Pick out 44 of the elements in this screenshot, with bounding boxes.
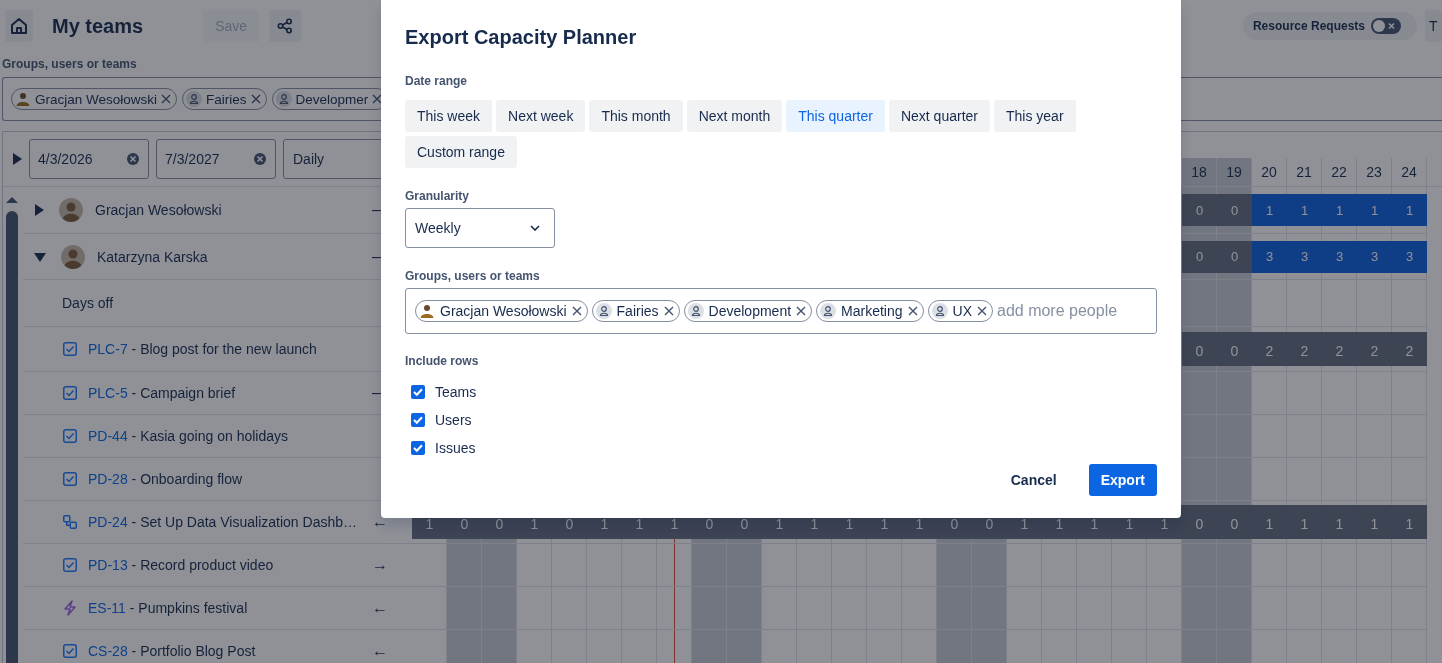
- allocation-cell: 1: [1322, 194, 1357, 226]
- allocation-cell: 0: [1217, 332, 1252, 366]
- allocation-cell: 1: [1392, 505, 1427, 539]
- allocation-cell: 3: [1322, 240, 1357, 273]
- allocation-cell: 3: [1357, 240, 1392, 273]
- toggle-label: Resource Requests: [1252, 19, 1365, 33]
- allocation-cell: 0: [1217, 505, 1252, 539]
- allocation-cell: 1: [1287, 194, 1322, 226]
- allocation-cell: 3: [1392, 240, 1427, 273]
- day-header: 18: [1182, 158, 1217, 186]
- allocation-cell: 1: [1322, 505, 1357, 539]
- dialog-title: Export Capacity Planner: [405, 25, 637, 49]
- allocation-cell: 2: [1252, 332, 1287, 366]
- day-header: 24: [1392, 158, 1427, 186]
- day-header: 22: [1322, 158, 1357, 186]
- allocation-cell: 0: [1182, 332, 1217, 366]
- allocation-cell: 1: [1252, 194, 1287, 226]
- allocation-cell: 0: [1217, 240, 1252, 273]
- allocation-cell: 3: [1287, 240, 1322, 273]
- allocation-cell: 0: [1217, 194, 1252, 226]
- allocation-cell: 1: [1357, 194, 1392, 226]
- allocation-cell: 2: [1357, 332, 1392, 366]
- allocation-cell: 0: [1182, 240, 1217, 273]
- page-title: My teams: [52, 14, 144, 38]
- day-header: 19: [1217, 158, 1252, 186]
- allocation-cell: 0: [1182, 194, 1217, 226]
- allocation-cell: 3: [1252, 240, 1287, 273]
- field-label: Granularity: [405, 188, 470, 204]
- allocation-cell: 1: [1357, 505, 1392, 539]
- field-label: Groups, users or teams: [2, 57, 137, 71]
- field-label: Groups, users or teams: [405, 268, 540, 284]
- section-label: Days off: [62, 295, 114, 311]
- allocation-cell: 1: [1287, 505, 1322, 539]
- allocation-cell: 2: [1287, 332, 1322, 366]
- allocation-cell: 1: [1392, 194, 1427, 226]
- field-label: Date range: [405, 73, 468, 89]
- allocation-cell: 1: [1252, 505, 1287, 539]
- allocation-cell: 2: [1322, 332, 1357, 366]
- field-label: Include rows: [405, 353, 479, 369]
- day-header: 23: [1357, 158, 1392, 186]
- day-header: 20: [1252, 158, 1287, 186]
- day-header: 21: [1287, 158, 1322, 186]
- allocation-cell: 0: [1182, 505, 1217, 539]
- allocation-cell: 2: [1392, 332, 1427, 366]
